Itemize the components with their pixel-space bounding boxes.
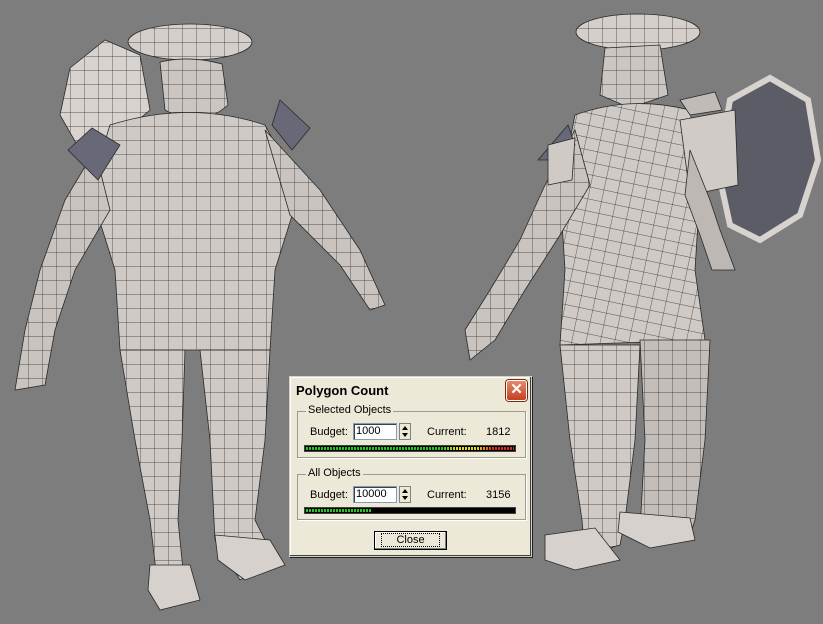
- all-polycount-meter: [304, 507, 516, 514]
- all-current-label: Current:: [427, 489, 467, 501]
- all-objects-group: All Objects Budget: 10000 Current: 3156: [297, 467, 526, 520]
- spinner-down-icon[interactable]: [402, 433, 408, 437]
- all-meter-fill: [306, 509, 372, 512]
- selected-polycount-meter: [304, 445, 516, 452]
- close-button-label: Close: [381, 533, 440, 547]
- selected-meter-fill: [306, 447, 514, 450]
- all-budget-input[interactable]: 10000: [353, 486, 397, 503]
- spinner-up-icon[interactable]: [402, 489, 408, 493]
- all-objects-label: All Objects: [306, 467, 363, 479]
- all-budget-label: Budget:: [310, 489, 348, 501]
- spinner-up-icon[interactable]: [402, 426, 408, 430]
- all-budget-spinner[interactable]: [399, 486, 411, 503]
- selected-objects-group: Selected Objects Budget: 1000 Current: 1…: [297, 404, 526, 458]
- all-current-value: 3156: [486, 489, 511, 501]
- polygon-count-dialog: Polygon Count ✕ Selected Objects Budget:…: [289, 376, 532, 557]
- selected-objects-label: Selected Objects: [306, 404, 394, 416]
- selected-budget-input[interactable]: 1000: [353, 423, 397, 440]
- selected-current-label: Current:: [427, 426, 467, 438]
- dialog-title: Polygon Count: [296, 383, 389, 398]
- selected-budget-label: Budget:: [310, 426, 348, 438]
- close-icon[interactable]: ✕: [506, 380, 527, 401]
- selected-budget-spinner[interactable]: [399, 423, 411, 440]
- selected-current-value: 1812: [486, 426, 511, 438]
- spinner-down-icon[interactable]: [402, 496, 408, 500]
- dialog-titlebar[interactable]: Polygon Count ✕: [292, 379, 529, 401]
- close-button[interactable]: Close: [374, 531, 447, 550]
